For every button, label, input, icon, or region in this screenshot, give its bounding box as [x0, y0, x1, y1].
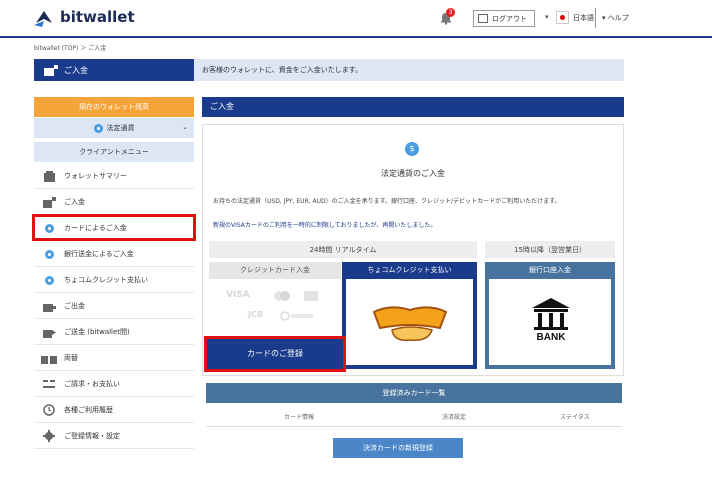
page-banner-message: お客様のウォレットに、資金をご入金いたします。 — [194, 59, 624, 81]
sidebar-item-label: ご入金 — [64, 198, 85, 206]
jcb-logo: JCB — [248, 310, 263, 319]
withdraw-icon — [42, 303, 56, 312]
chocom-logo-icon[interactable] — [370, 302, 450, 344]
card-brands: VISA JCB — [226, 290, 336, 330]
chevron-down-icon: ⌄ — [182, 123, 188, 131]
main-title: ご入金 — [202, 97, 624, 117]
sidebar-item-history[interactable]: 各種ご利用履歴 — [34, 398, 194, 423]
tab-credit-card[interactable]: クレジットカード入金 — [209, 262, 341, 279]
deposit-icon — [42, 196, 56, 208]
bullet-icon — [44, 275, 54, 285]
column-header: 決済設定 — [442, 414, 467, 421]
sidebar-item-label: ご請求・お支払い — [64, 380, 120, 388]
divider — [206, 426, 622, 427]
sidebar-item-billing[interactable]: ご請求・お支払い — [34, 372, 194, 397]
language-selector[interactable]: 日本語 — [573, 13, 594, 23]
logo-text[interactable]: bitwallet — [60, 8, 135, 26]
currency-coin-icon: $ — [405, 142, 419, 156]
help-menu[interactable]: ▾ ヘルプ — [602, 13, 629, 23]
deposit-heading: 法定通貨のご入金 — [381, 169, 445, 178]
column-header: カード情報 — [284, 414, 315, 421]
chevron-down-icon[interactable]: ▾ — [545, 13, 549, 21]
amex-logo-icon — [304, 291, 318, 301]
sidebar-item-label: 各種ご利用履歴 — [64, 406, 113, 414]
transfer-icon — [42, 329, 56, 338]
sidebar-item-withdraw[interactable]: ご出金 — [34, 294, 194, 319]
sidebar-item-label: ちょコムクレジット支払い — [64, 276, 148, 284]
logout-button[interactable]: ログアウト — [473, 10, 535, 27]
banner-title-text: ご入金 — [64, 65, 88, 75]
notification-badge: 3 — [446, 8, 455, 17]
top-header: bitwallet 3 ログアウト ▾ 日本語 ▾ ヘルプ — [0, 0, 712, 38]
tab-choco-credit[interactable]: ちょコムクレジット支払い — [342, 262, 477, 279]
wallet-balance-header: 現在のウォレット残高 — [34, 97, 194, 117]
sidebar-item-bank-deposit[interactable]: 銀行送金によるご入金 — [34, 242, 194, 267]
highlight-box — [204, 336, 346, 372]
sidebar-item-label: ウォレットサマリー — [64, 172, 127, 180]
wallet-currency-select[interactable]: 法定通貨 ⌄ — [34, 118, 194, 138]
logout-label: ログアウト — [492, 14, 527, 23]
clock-icon — [43, 404, 55, 416]
sidebar-item-exchange[interactable]: 両替 — [34, 346, 194, 371]
diners-logo-icon — [280, 311, 313, 321]
currency-icon — [93, 123, 103, 133]
sidebar-item-deposit[interactable]: ご入金 — [34, 190, 194, 215]
client-menu-header: クライアントメニュー — [34, 142, 194, 162]
sidebar-item-label: ご送金 (bitwallet間) — [64, 328, 130, 336]
bank-icon[interactable]: BANK — [530, 296, 572, 342]
sidebar-item-label: ご登録情報・設定 — [64, 432, 120, 440]
building-icon — [43, 170, 55, 182]
breadcrumb[interactable]: bitwallet (TOP) ＞ ご入金 — [34, 43, 106, 52]
deposit-description: お持ちの法定通貨（USD, JPY, EUR, AUD）のご入金を承ります。銀行… — [213, 198, 561, 205]
sidebar-item-transfer[interactable]: ご送金 (bitwallet間) — [34, 320, 194, 345]
availability-bank: 15時以降（翌営業日） — [485, 241, 615, 258]
gear-icon — [43, 430, 55, 442]
mastercard-logo-icon — [274, 291, 290, 301]
bitwallet-logo-icon[interactable] — [34, 9, 54, 27]
divider — [595, 8, 596, 28]
sidebar-item-label: ご出金 — [64, 302, 85, 310]
registered-cards-header: 登録済みカード一覧 — [206, 383, 622, 403]
availability-realtime: 24時間 リアルタイム — [209, 241, 477, 258]
exchange-icon — [41, 355, 57, 364]
bullet-icon — [44, 249, 54, 259]
sidebar-item-label: 銀行送金によるご入金 — [64, 250, 134, 258]
sidebar-item-label: 両替 — [64, 354, 78, 362]
visa-notice[interactable]: 新規のVISAカードのご利用を一時的に制限しておりましたが、再開いたしました。 — [213, 220, 436, 229]
deposit-icon — [44, 64, 58, 76]
column-header: ステイタス — [560, 414, 590, 421]
sidebar-item-wallet-summary[interactable]: ウォレットサマリー — [34, 164, 194, 189]
tab-bank-deposit[interactable]: 銀行口座入金 — [485, 262, 615, 279]
logout-icon — [478, 14, 488, 23]
sidebar-item-choco-credit[interactable]: ちょコムクレジット支払い — [34, 268, 194, 293]
wallet-currency-label: 法定通貨 — [106, 124, 135, 132]
highlight-box — [32, 214, 196, 241]
billing-icon — [42, 379, 55, 388]
bank-logo-text: BANK — [537, 332, 567, 342]
sidebar-item-settings[interactable]: ご登録情報・設定 — [34, 424, 194, 449]
page-banner-title: ご入金 — [34, 59, 194, 81]
help-label: ヘルプ — [607, 14, 629, 22]
visa-logo: VISA — [226, 290, 250, 300]
japan-flag-icon[interactable] — [556, 11, 569, 24]
new-card-register-button[interactable]: 決済カードの新規登録 — [333, 438, 463, 458]
